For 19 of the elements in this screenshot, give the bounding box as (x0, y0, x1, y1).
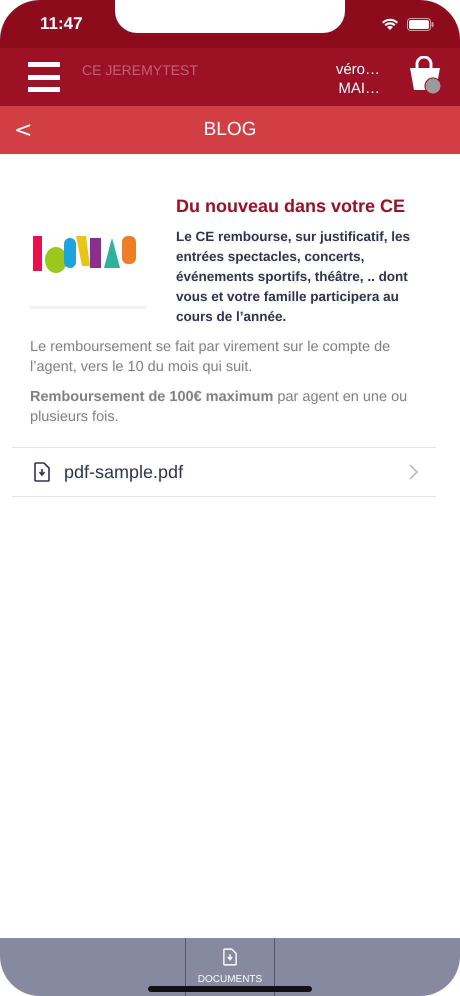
menu-icon[interactable] (28, 62, 60, 92)
article-lead: Le CE rembourse, sur justificatif, les entrées spectacles, concerts, événements sportifs, théâtre, .. dont vous et votre famille participera au cours de l’année. (176, 228, 412, 326)
user-last-name: MAI… (338, 79, 380, 98)
file-download-icon (223, 948, 237, 966)
wifi-icon (381, 18, 399, 30)
documents-tab[interactable]: DOCUMENTS (185, 938, 275, 996)
battery-icon (407, 18, 434, 30)
attachment-name: pdf-sample.pdf (64, 462, 184, 482)
back-button[interactable]: < (14, 118, 32, 142)
organization-name: CE JEREMYTEST (82, 62, 199, 78)
article-paragraph: Remboursement de 100€ maximum par agent en une ou plusieurs fois. (30, 388, 408, 427)
user-first-name: véro… (336, 60, 380, 79)
chevron-right-icon (409, 464, 418, 480)
status-time: 11:47 (40, 14, 83, 34)
article-title: Du nouveau dans votre CE (176, 196, 406, 217)
file-download-icon (34, 462, 50, 482)
attachment-row[interactable]: pdf-sample.pdf (12, 447, 436, 497)
article-paragraph: Le remboursement se fait par virement sur le compte de l’agent, vers le 10 du mois qui suit. (30, 338, 392, 377)
page-title: BLOG (204, 119, 256, 141)
